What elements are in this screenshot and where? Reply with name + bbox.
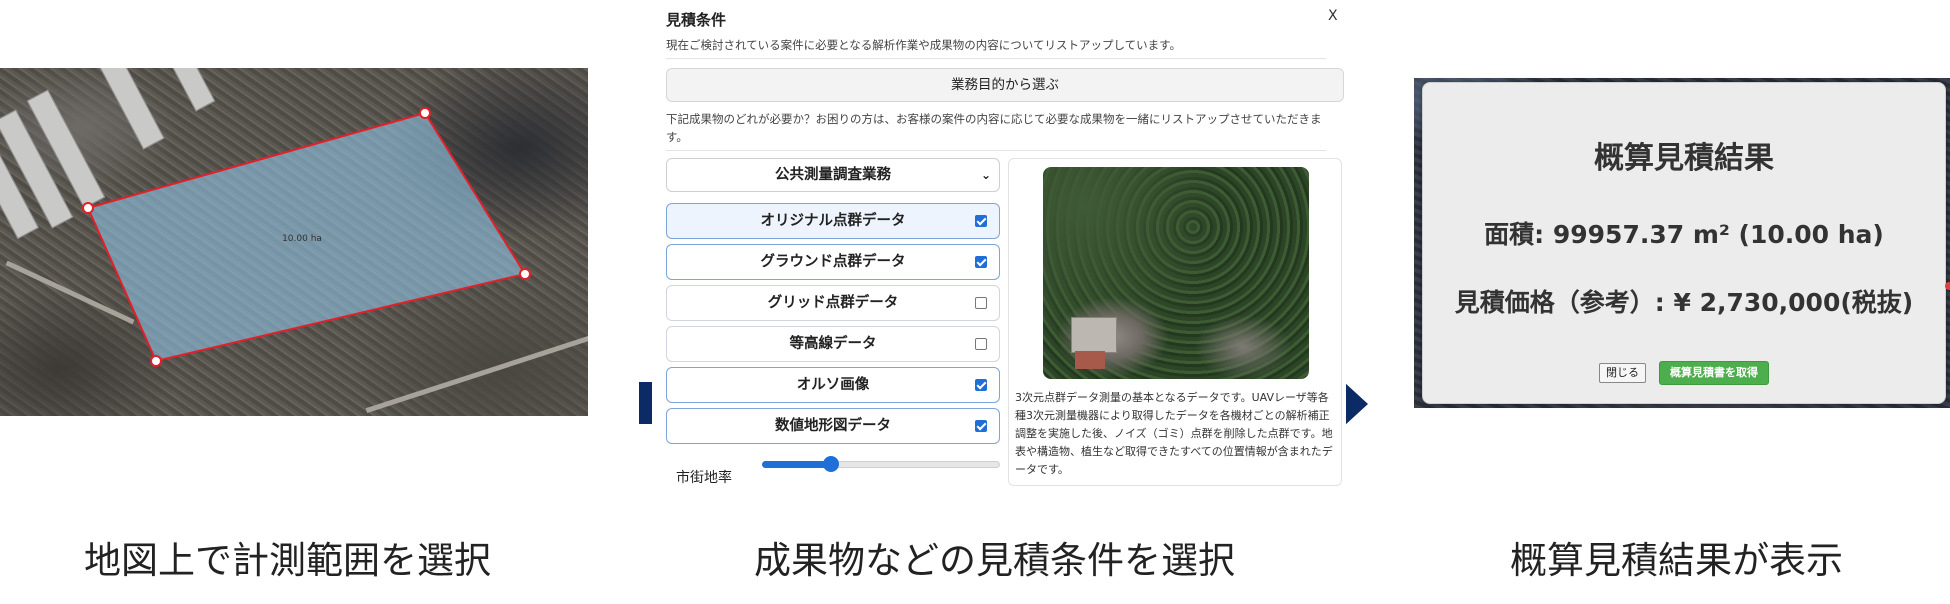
option-grid-pointcloud[interactable]: グリッド点群データ <box>666 285 1000 321</box>
option-label: グラウンド点群データ <box>760 254 906 270</box>
polygon-vertex-handle[interactable] <box>419 107 431 119</box>
option-label: オルソ画像 <box>796 377 870 393</box>
polygon-vertex-handle[interactable] <box>82 202 94 214</box>
option-label: オリジナル点群データ <box>760 213 906 229</box>
checkbox[interactable] <box>975 297 987 309</box>
polygon-vertex-handle[interactable] <box>519 268 531 280</box>
selection-polygon[interactable]: 10.00 ha <box>0 68 588 416</box>
close-icon[interactable]: X <box>1328 8 1338 24</box>
checkbox[interactable] <box>975 420 987 432</box>
step-arrow-icon <box>1344 382 1368 426</box>
category-select[interactable]: 公共測量調査業務 ⌄ <box>666 158 1000 192</box>
option-contour-data[interactable]: 等高線データ <box>666 326 1000 362</box>
caption-step-3: 概算見積結果が表示 <box>1510 539 1843 582</box>
option-digital-topo-map[interactable]: 数値地形図データ <box>666 408 1000 444</box>
polygon-vertex-handle[interactable] <box>150 355 162 367</box>
slider-fill <box>762 461 832 468</box>
option-label: 等高線データ <box>789 336 877 352</box>
close-button[interactable]: 閉じる <box>1599 363 1646 383</box>
result-title: 概算見積結果 <box>1594 141 1774 176</box>
map-view[interactable]: 10.00 ha <box>0 68 588 416</box>
divider <box>666 58 1326 59</box>
checkbox[interactable] <box>975 215 987 227</box>
option-label: グリッド点群データ <box>767 295 899 311</box>
area-label: 10.00 ha <box>282 234 322 244</box>
option-detail-text: 3次元点群データ測量の基本となるデータです。UAVレーザ等各種3次元測量機器によ… <box>1015 391 1333 476</box>
option-original-pointcloud[interactable]: オリジナル点群データ <box>666 203 1000 239</box>
building <box>1071 317 1117 353</box>
slider-thumb[interactable] <box>823 456 840 472</box>
caption-step-1: 地図上で計測範囲を選択 <box>84 539 491 582</box>
category-select-value: 公共測量調査業務 <box>775 167 891 183</box>
estimate-result-dialog: 概算見積結果 面積: 99957.37 m² (10.00 ha) 見積価格（参… <box>1422 82 1946 404</box>
dialog-title: 見積条件 <box>666 11 727 29</box>
select-by-purpose-button[interactable]: 業務目的から選ぶ <box>666 68 1344 102</box>
option-label: 数値地形図データ <box>775 418 891 434</box>
area-value: 面積: 99957.37 m² (10.00 ha) <box>1484 220 1884 249</box>
help-text: 下記成果物のどれが必要か？お困りの方は、お客様の案件の内容に応じて必要な成果物を… <box>666 112 1322 144</box>
get-estimate-button[interactable]: 概算見積書を取得 <box>1659 361 1769 385</box>
aerial-photo <box>1043 167 1309 379</box>
estimate-conditions-dialog: 見積条件 X 現在ご検討されている案件に必要となる解析作業や成果物の内容について… <box>652 0 1346 486</box>
dialog-description: 現在ご検討されている案件に必要となる解析作業や成果物の内容についてリストアップし… <box>666 38 1181 52</box>
option-detail-panel: 3次元点群データ測量の基本となるデータです。UAVレーザ等各種3次元測量機器によ… <box>1008 158 1342 486</box>
checkbox[interactable] <box>975 379 987 391</box>
checkbox[interactable] <box>975 338 987 350</box>
caption-step-2: 成果物などの見積条件を選択 <box>754 539 1235 582</box>
building-roof <box>1075 351 1105 369</box>
option-ortho-image[interactable]: オルソ画像 <box>666 367 1000 403</box>
checkbox[interactable] <box>975 256 987 268</box>
polygon-vertex-handle <box>1945 282 1950 290</box>
price-value: 見積価格（参考）: ¥ 2,730,000(税抜) <box>1454 288 1914 317</box>
urban-ratio-label: 市街地率 <box>676 470 732 486</box>
divider <box>666 150 1326 151</box>
option-ground-pointcloud[interactable]: グラウンド点群データ <box>666 244 1000 280</box>
chevron-down-icon: ⌄ <box>980 168 991 182</box>
